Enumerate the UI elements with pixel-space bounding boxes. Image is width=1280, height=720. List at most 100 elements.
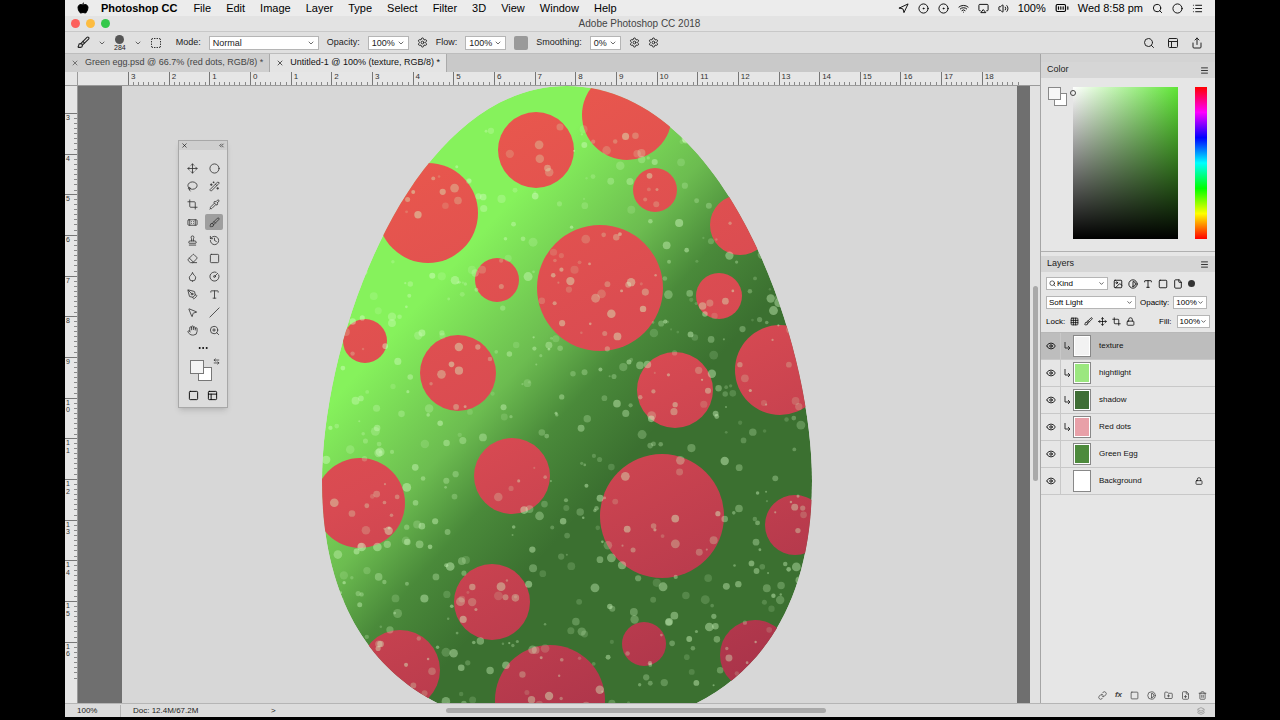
visibility-icon[interactable]: [1046, 422, 1056, 432]
visibility-icon[interactable]: [1046, 395, 1056, 405]
flow-field[interactable]: 100%: [465, 36, 506, 50]
blend-mode-select[interactable]: Soft Light: [1046, 296, 1136, 309]
tool-button[interactable]: [205, 196, 223, 212]
lock-pixels-icon[interactable]: [1084, 317, 1093, 326]
battery-icon[interactable]: [1055, 1, 1069, 15]
status-icon[interactable]: [998, 3, 1009, 14]
layer-name[interactable]: Green Egg: [1099, 448, 1138, 460]
layer-style-button[interactable]: fx: [1115, 689, 1122, 701]
tool-button[interactable]: [183, 268, 201, 284]
minimize-button[interactable]: [86, 19, 95, 28]
close-tab-icon[interactable]: [71, 59, 79, 67]
zoom-level[interactable]: 100%: [65, 705, 121, 717]
menu-item[interactable]: Layer: [306, 0, 334, 16]
new-group-icon[interactable]: [1164, 691, 1173, 700]
lock-position-icon[interactable]: [1098, 317, 1107, 326]
shape-filter-icon[interactable]: [1158, 279, 1168, 289]
tool-button[interactable]: [205, 214, 223, 230]
menu-item[interactable]: Edit: [226, 0, 245, 16]
color-field[interactable]: [1073, 87, 1178, 239]
fill-field[interactable]: 100%: [1177, 315, 1210, 328]
menu-item[interactable]: Window: [540, 0, 579, 16]
new-layer-icon[interactable]: [1181, 691, 1190, 700]
close-button[interactable]: [71, 19, 80, 28]
visibility-icon[interactable]: [1046, 476, 1056, 486]
status-icon[interactable]: [898, 3, 909, 14]
brush-tool-icon[interactable]: [77, 36, 90, 49]
document-canvas[interactable]: [122, 86, 1017, 703]
tool-button[interactable]: [183, 286, 201, 302]
pressure-opacity-icon[interactable]: [417, 37, 428, 48]
layers-tab[interactable]: Layers: [1047, 257, 1074, 271]
share-icon[interactable]: [1191, 37, 1203, 49]
filter-select[interactable]: Kind: [1046, 277, 1108, 290]
menu-item[interactable]: View: [501, 0, 525, 16]
status-menu-arrow[interactable]: >: [271, 705, 276, 717]
tool-button[interactable]: [205, 178, 223, 194]
adjustment-filter-icon[interactable]: [1128, 279, 1138, 289]
type-filter-icon[interactable]: [1143, 279, 1153, 289]
tool-button[interactable]: [205, 250, 223, 266]
visibility-icon[interactable]: [1046, 341, 1056, 351]
layer-row[interactable]: Red dots: [1041, 414, 1215, 441]
more-tools-icon[interactable]: [197, 342, 209, 354]
close-tab-icon[interactable]: [276, 59, 284, 67]
opacity-field[interactable]: 100%: [368, 36, 409, 50]
link-layers-icon[interactable]: [1098, 691, 1107, 700]
zoom-button[interactable]: [101, 19, 110, 28]
swap-colors-icon[interactable]: [213, 358, 220, 365]
panel-menu-icon[interactable]: [1200, 66, 1209, 75]
spotlight-icon[interactable]: [1152, 3, 1163, 14]
search-icon[interactable]: [1143, 37, 1155, 49]
pixel-filter-icon[interactable]: [1113, 279, 1123, 289]
horizontal-scrollbar[interactable]: [446, 708, 826, 713]
vertical-scrollbar[interactable]: [1030, 86, 1040, 703]
status-icon[interactable]: [918, 3, 929, 14]
visibility-icon[interactable]: [1046, 449, 1056, 459]
airbrush-icon[interactable]: [514, 36, 528, 50]
layer-name[interactable]: Red dots: [1099, 421, 1131, 433]
mode-select[interactable]: Normal: [209, 36, 319, 50]
visibility-icon[interactable]: [1046, 368, 1056, 378]
close-panel-icon[interactable]: [181, 142, 188, 149]
layer-name[interactable]: texture: [1099, 340, 1123, 352]
layer-name[interactable]: Background: [1099, 475, 1142, 487]
smart-filter-icon[interactable]: [1173, 279, 1183, 289]
brush-settings-icon[interactable]: [150, 37, 162, 49]
status-icon[interactable]: [958, 3, 969, 14]
tool-button[interactable]: [183, 232, 201, 248]
menu-item[interactable]: Filter: [433, 0, 457, 16]
panel-menu-icon[interactable]: [1200, 260, 1209, 269]
color-tab[interactable]: Color: [1047, 63, 1069, 77]
clock[interactable]: Wed 8:58 pm: [1078, 0, 1143, 16]
tool-button[interactable]: [205, 304, 223, 320]
layer-row[interactable]: texture: [1041, 333, 1215, 360]
screen-mode-icon[interactable]: [207, 390, 218, 401]
menu-item[interactable]: File: [193, 0, 211, 16]
status-icon[interactable]: [938, 3, 949, 14]
layer-row[interactable]: shadow: [1041, 387, 1215, 414]
layer-row[interactable]: Background: [1041, 468, 1215, 495]
document-tab[interactable]: Green egg.psd @ 66.7% (red dots, RGB/8) …: [65, 54, 270, 72]
status-icon[interactable]: [978, 3, 989, 14]
add-mask-icon[interactable]: [1130, 691, 1139, 700]
document-tab[interactable]: Untitled-1 @ 100% (texture, RGB/8) *: [270, 54, 447, 72]
siri-icon[interactable]: [1172, 3, 1183, 14]
foreground-swatch[interactable]: [1048, 87, 1061, 100]
menu-item[interactable]: Select: [387, 0, 418, 16]
layer-name[interactable]: shadow: [1099, 394, 1127, 406]
lock-all-icon[interactable]: [1126, 317, 1135, 326]
tool-button[interactable]: [183, 160, 201, 176]
tool-button[interactable]: [205, 286, 223, 302]
layer-name[interactable]: hightlight: [1099, 367, 1131, 379]
pressure-size-icon[interactable]: [648, 37, 659, 48]
tool-button[interactable]: [183, 178, 201, 194]
apple-icon[interactable]: [77, 2, 89, 14]
menu-item[interactable]: Image: [260, 0, 291, 16]
workspace-icon[interactable]: [1167, 37, 1179, 49]
filter-toggle[interactable]: [1188, 280, 1195, 287]
tool-button[interactable]: [183, 196, 201, 212]
adjustment-layer-icon[interactable]: [1147, 691, 1156, 700]
quick-mask-icon[interactable]: [188, 390, 199, 401]
lock-transparency-icon[interactable]: [1070, 317, 1079, 326]
